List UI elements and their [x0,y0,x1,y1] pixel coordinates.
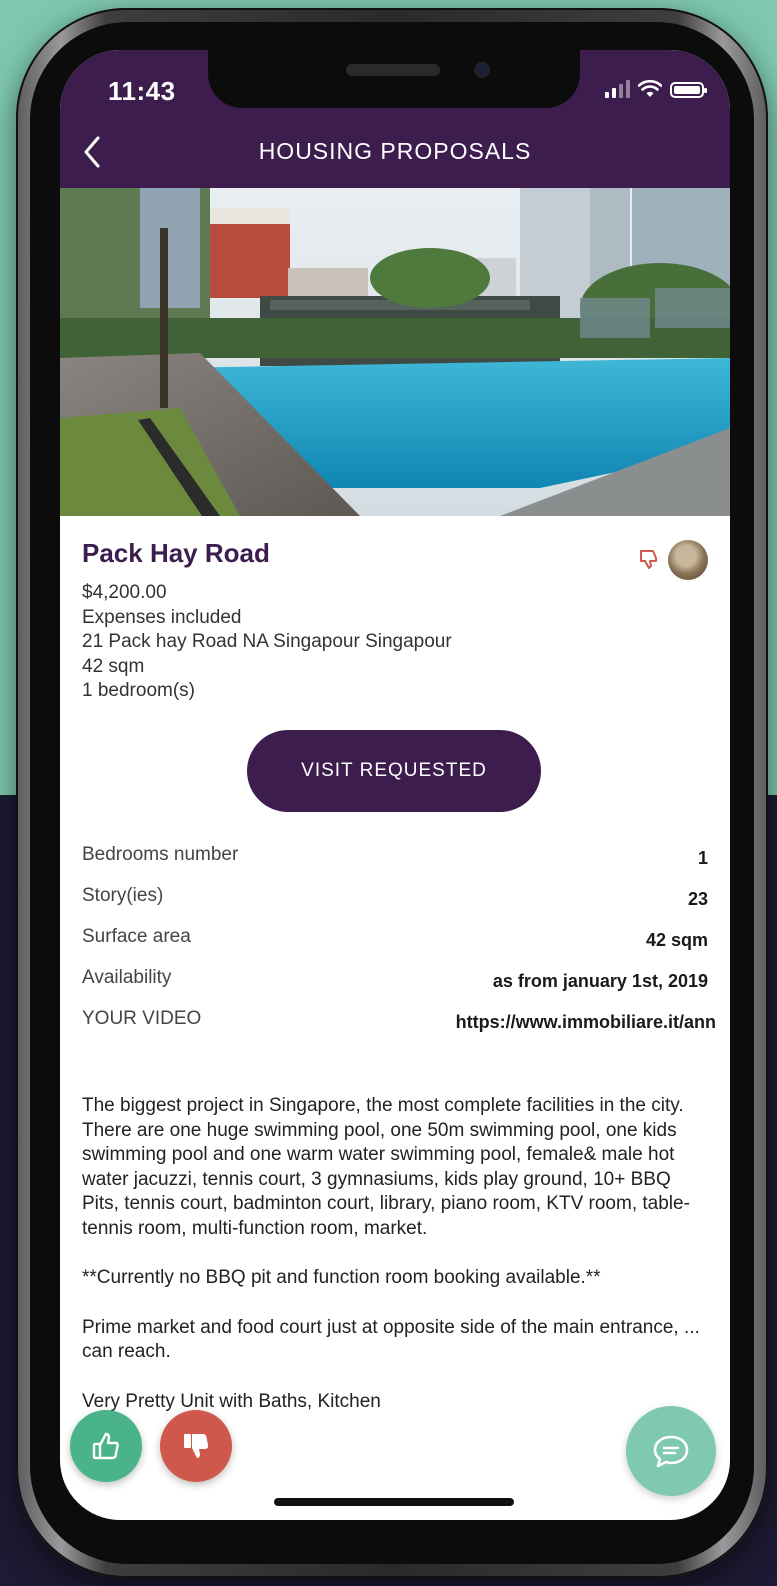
spec-row: Bedrooms number 1 [82,840,708,881]
phone-notch [208,50,580,108]
property-price: $4,200.00 [82,582,167,603]
property-photo[interactable] [60,188,730,516]
wifi-icon [638,80,662,97]
spec-value: 1 [697,848,708,868]
like-button[interactable] [70,1410,142,1482]
description-paragraph: **Currently no BBQ pit and function room… [82,1267,601,1288]
spec-value: as from january 1st, 2019 [492,971,708,991]
notch-speaker [346,64,440,76]
video-link[interactable]: https://www.immobiliare.it/ann [456,1012,716,1033]
property-expenses: Expenses included [82,606,242,628]
status-icons [605,80,707,98]
dislike-status-icon [640,550,657,569]
spec-label: Bedrooms number [82,844,239,865]
property-surface: 42 sqm [82,655,145,677]
property-info: Pack Hay Road $4,200.00 Expenses include… [82,538,702,704]
app-screen: 11:43 HOUSING PROPOSALS Pack Hay Road $4… [60,50,730,1520]
agent-avatar[interactable] [668,540,708,580]
spec-value: 23 [687,889,708,909]
visit-requested-button[interactable]: VISIT REQUESTED [247,730,541,812]
description-paragraph: Very Pretty Unit with Baths, Kitchen [82,1390,381,1412]
page-title: HOUSING PROPOSALS [258,138,532,164]
property-description: The biggest project in Singapore, the mo… [82,1094,712,1439]
spec-value: 42 sqm [645,930,708,950]
spec-label: YOUR VIDEO [82,1008,202,1029]
description-paragraph: Prime market and food court just at oppo… [82,1316,700,1363]
battery-icon [670,82,707,98]
property-bedrooms: 1 bedroom(s) [82,680,195,701]
app-header: 11:43 HOUSING PROPOSALS [60,50,730,188]
status-time: 11:43 [108,76,176,106]
dislike-button[interactable] [160,1410,232,1482]
spec-row: Surface area 42 sqm [82,922,708,963]
spec-label: Story(ies) [82,885,164,906]
specs-table: Bedrooms number 1 Story(ies) 23 Surface … [82,840,716,1045]
thumbs-down-icon [184,1434,209,1458]
spec-label: Availability [82,967,172,988]
description-paragraph: The biggest project in Singapore, the mo… [82,1095,690,1239]
spec-row-video: YOUR VIDEO https://www.immobiliare.it/an… [82,1004,716,1045]
chat-button[interactable] [626,1406,716,1496]
signal-icon [605,80,630,98]
thumbs-up-icon [92,1432,119,1460]
property-title: Pack Hay Road [82,538,270,568]
spec-row: Story(ies) 23 [82,881,708,922]
spec-label: Surface area [82,926,191,947]
property-address: 21 Pack hay Road NA Singapour Singapour [82,631,452,652]
chat-bubble-icon [653,1435,689,1468]
spec-row: Availability as from january 1st, 2019 [82,963,708,1004]
home-indicator[interactable] [274,1498,514,1506]
front-camera [474,62,490,78]
